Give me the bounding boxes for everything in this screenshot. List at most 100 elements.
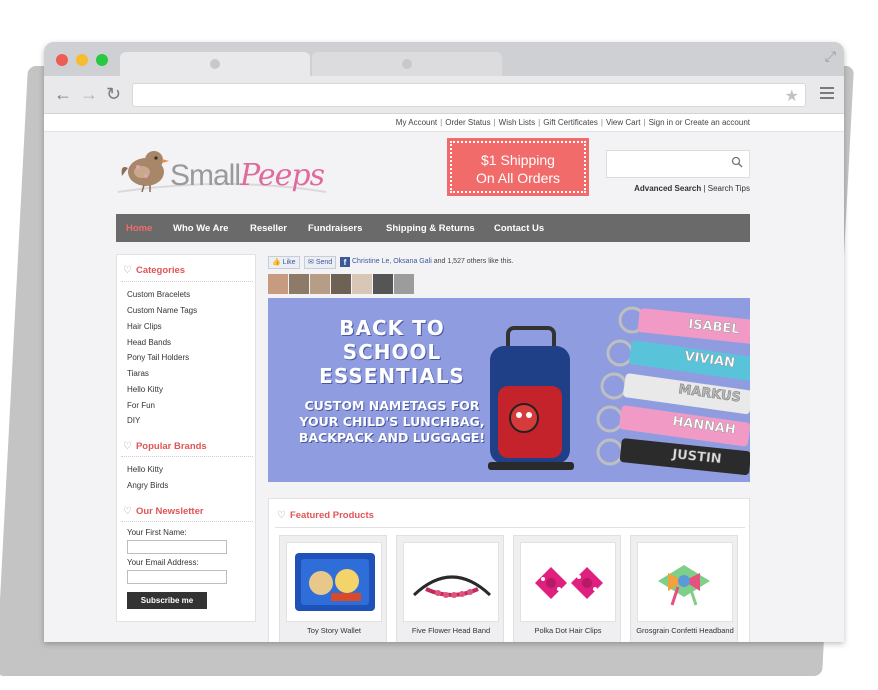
angry-bird-icon xyxy=(509,403,539,433)
sign-in-link[interactable]: Sign in xyxy=(649,118,673,127)
headband-icon xyxy=(412,575,492,598)
brand-link[interactable]: Angry Birds xyxy=(127,481,168,490)
back-to-school-banner[interactable]: BACK TO SCHOOL ESSENTIALS CUSTOM NAMETAG… xyxy=(268,298,750,482)
category-link[interactable]: Hair Clips xyxy=(127,322,162,331)
product-image[interactable] xyxy=(520,542,616,622)
category-link[interactable]: Head Bands xyxy=(127,338,171,347)
featured-products: ♡ Featured Products Toy Story Wallet Fiv… xyxy=(268,498,750,642)
brand-link[interactable]: Hello Kitty xyxy=(127,465,163,474)
reload-icon[interactable]: ↻ xyxy=(106,84,121,104)
avatar[interactable] xyxy=(289,274,309,294)
fullscreen-icon[interactable]: ⤢ xyxy=(825,48,836,65)
wallet-icon xyxy=(295,553,375,611)
sidebar: ♡ Categories Custom Bracelets Custom Name… xyxy=(116,254,256,622)
advanced-search-link[interactable]: Advanced Search xyxy=(634,184,701,193)
logo-wordmark: SmallPeeps xyxy=(170,158,325,193)
avatar[interactable] xyxy=(268,274,288,294)
nav-contact-us[interactable]: Contact Us xyxy=(494,223,544,234)
facebook-like-button[interactable]: 👍 Like xyxy=(268,256,300,269)
avatar[interactable] xyxy=(310,274,330,294)
category-link[interactable]: DIY xyxy=(127,416,140,425)
category-link[interactable]: Custom Bracelets xyxy=(127,290,190,299)
nav-reseller[interactable]: Reseller xyxy=(250,223,287,234)
newsletter-heading: ♡ Our Newsletter xyxy=(123,506,204,517)
my-account-link[interactable]: My Account xyxy=(396,118,437,127)
avatar[interactable] xyxy=(394,274,414,294)
shipping-promo-badge: $1 Shipping On All Orders xyxy=(447,138,589,196)
browser-menu-icon[interactable] xyxy=(820,87,834,102)
product-name[interactable]: Grosgrain Confetti Headband xyxy=(631,626,739,635)
gift-certificates-link[interactable]: Gift Certificates xyxy=(543,118,598,127)
first-name-field[interactable] xyxy=(127,540,227,554)
bookmark-star-icon[interactable]: ★ xyxy=(785,86,799,106)
facebook-friend-names[interactable]: Christine Le, Oksana Gali xyxy=(352,258,432,265)
nav-fundraisers[interactable]: Fundraisers xyxy=(308,223,362,234)
minimize-window-button[interactable] xyxy=(76,54,88,66)
nav-who-we-are[interactable]: Who We Are xyxy=(173,223,228,234)
product-image[interactable] xyxy=(286,542,382,622)
divider xyxy=(275,527,745,528)
email-field[interactable] xyxy=(127,570,227,584)
back-arrow-icon[interactable]: ← xyxy=(54,84,72,104)
address-bar[interactable]: ★ xyxy=(132,83,806,107)
product-card[interactable]: Polka Dot Hair Clips xyxy=(513,535,621,642)
product-card[interactable]: Grosgrain Confetti Headband xyxy=(630,535,738,642)
hair-clip-bow-icon xyxy=(535,567,603,599)
category-link[interactable]: Custom Name Tags xyxy=(127,306,197,315)
site-logo[interactable]: SmallPeeps xyxy=(116,142,336,198)
browser-tab[interactable] xyxy=(312,52,502,76)
or-text: or xyxy=(675,118,683,127)
search-icon[interactable] xyxy=(731,155,743,171)
confetti-bow-icon xyxy=(658,565,710,606)
avatar[interactable] xyxy=(373,274,393,294)
facebook-like-summary: Christine Le, Oksana Gali and 1,527 othe… xyxy=(352,258,514,265)
product-image[interactable] xyxy=(403,542,499,622)
search-input[interactable] xyxy=(613,156,733,172)
search-tips-link[interactable]: Search Tips xyxy=(708,184,750,193)
browser-titlebar: ⤢ xyxy=(44,42,844,76)
close-window-button[interactable] xyxy=(56,54,68,66)
nav-shipping-returns[interactable]: Shipping & Returns xyxy=(386,223,475,234)
web-page: My Account | Order Status | Wish Lists | Gift … xyxy=(44,114,844,642)
categories-heading: ♡ Categories xyxy=(123,265,186,276)
promo-line-1: $1 Shipping xyxy=(481,152,555,168)
subscribe-button[interactable]: Subscribe me xyxy=(127,592,207,609)
heart-icon: ♡ xyxy=(123,265,132,276)
browser-toolbar: ← → ↻ ★ xyxy=(44,76,844,114)
product-name[interactable]: Toy Story Wallet xyxy=(280,626,388,635)
category-link[interactable]: Pony Tail Holders xyxy=(127,353,189,362)
heart-icon: ♡ xyxy=(123,506,132,517)
divider xyxy=(121,456,253,457)
avatar[interactable] xyxy=(331,274,351,294)
logo-small-text: Small xyxy=(170,159,241,192)
browser-tab-active[interactable] xyxy=(120,52,310,76)
wish-lists-link[interactable]: Wish Lists xyxy=(499,118,535,127)
featured-products-heading: ♡ Featured Products xyxy=(277,510,374,521)
product-name[interactable]: Polka Dot Hair Clips xyxy=(514,626,622,635)
browser-window: ⤢ ← → ↻ ★ My Account | Order Status | Wish L… xyxy=(44,42,844,642)
create-account-link[interactable]: Create an account xyxy=(685,118,750,127)
search-links: Advanced Search | Search Tips xyxy=(634,184,750,193)
category-link[interactable]: For Fun xyxy=(127,401,155,410)
promo-line-2: On All Orders xyxy=(475,170,561,186)
banner-artwork: ISABEL VIVIAN MARKUS HANNAH JUSTIN xyxy=(488,306,750,476)
view-cart-link[interactable]: View Cart xyxy=(606,118,641,127)
divider xyxy=(121,281,253,282)
popular-brands-heading: ♡ Popular Brands xyxy=(123,441,207,452)
product-image[interactable] xyxy=(637,542,733,622)
maximize-window-button[interactable] xyxy=(96,54,108,66)
nav-home[interactable]: Home xyxy=(126,223,152,234)
category-link[interactable]: Hello Kitty xyxy=(127,385,163,394)
product-card[interactable]: Toy Story Wallet xyxy=(279,535,387,642)
avatar[interactable] xyxy=(352,274,372,294)
facebook-send-button[interactable]: ✉ Send xyxy=(304,256,337,269)
category-link[interactable]: Tiaras xyxy=(127,369,149,378)
product-name[interactable]: Five Flower Head Band xyxy=(397,626,505,635)
heart-icon: ♡ xyxy=(277,510,286,521)
search-box xyxy=(606,150,750,178)
order-status-link[interactable]: Order Status xyxy=(445,118,490,127)
email-label: Your Email Address: xyxy=(127,558,199,567)
product-card[interactable]: Five Flower Head Band xyxy=(396,535,504,642)
forward-arrow-icon[interactable]: → xyxy=(80,84,98,104)
divider xyxy=(121,521,253,522)
